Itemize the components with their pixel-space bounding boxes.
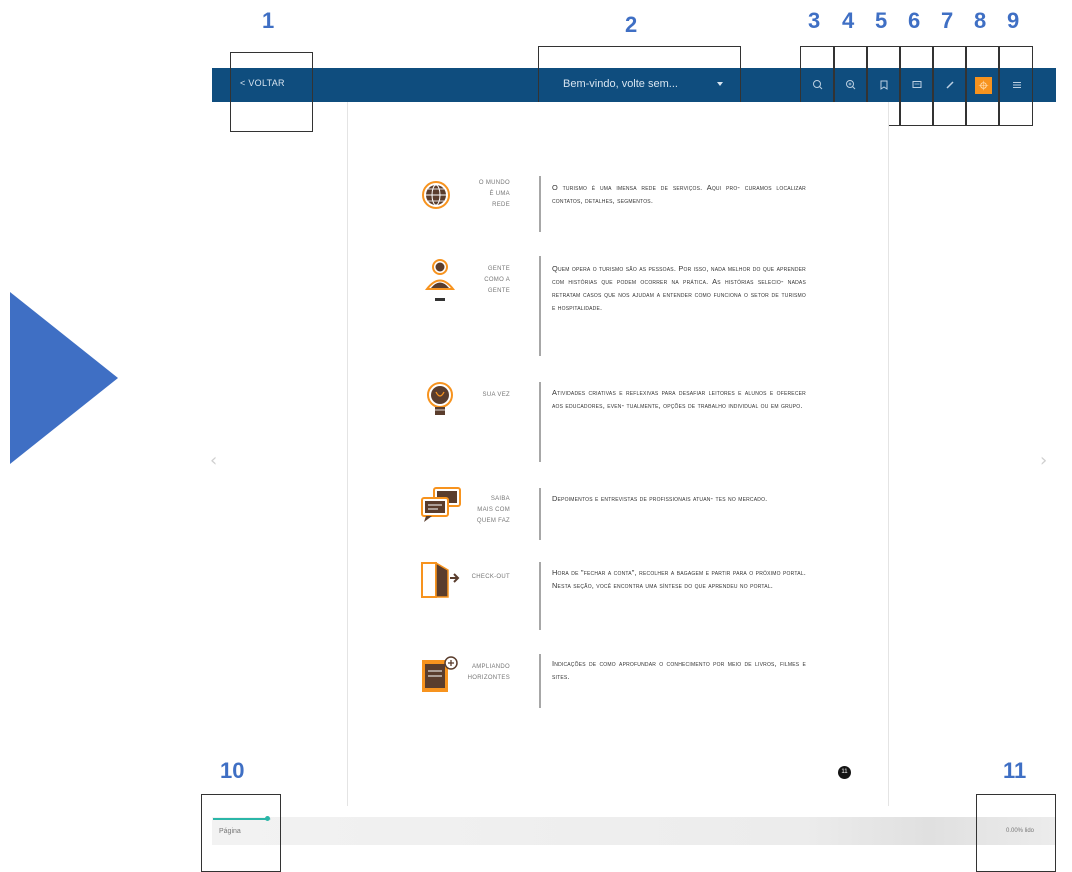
callout-number-5: 5 <box>875 8 888 33</box>
callout-number-6: 6 <box>908 8 921 33</box>
row-text: Atividades criativas e reflexivas para d… <box>552 388 806 410</box>
callout-box-10 <box>201 794 281 872</box>
callout-box-6 <box>899 46 934 126</box>
prev-page-icon[interactable]: ‹ <box>210 450 217 471</box>
row-divider <box>539 562 541 630</box>
callout-number-3: 3 <box>808 8 821 33</box>
person-icon <box>424 259 456 301</box>
row-label: O MUNDO É UMA REDE <box>478 180 510 208</box>
callout-number-1: 1 <box>262 8 275 33</box>
callout-box-9 <box>998 46 1033 126</box>
speech-bubbles-icon <box>421 487 461 522</box>
row-label: AMPLIANDO HORIZONTES <box>467 664 510 681</box>
callout-box-11 <box>976 794 1056 872</box>
row-divider <box>539 382 541 462</box>
row-label: SAIBA MAIS COM QUEM FAZ <box>476 496 510 524</box>
callout-box-1 <box>230 52 313 132</box>
callout-box-7 <box>932 46 967 126</box>
row-divider <box>539 176 541 232</box>
book-add-icon <box>422 656 458 692</box>
row-text: Quem opera o turismo são as pessoas. Por… <box>552 264 806 312</box>
next-page-icon[interactable]: › <box>1040 450 1047 471</box>
row-text: Indicações de como aprofundar o conhecim… <box>552 659 806 681</box>
callout-box-8 <box>965 46 1000 126</box>
callout-number-2: 2 <box>625 12 638 37</box>
lightbulb-icon <box>427 382 453 415</box>
door-exit-icon <box>421 561 460 598</box>
callout-number-10: 10 <box>220 758 245 783</box>
row-label: GENTE COMO A GENTE <box>484 266 510 294</box>
row-divider <box>539 256 541 356</box>
callout-number-9: 9 <box>1007 8 1020 33</box>
callout-number-4: 4 <box>842 8 855 33</box>
row-label: CHECK-OUT <box>471 574 510 580</box>
callout-number-11: 11 <box>1003 758 1027 783</box>
row-divider <box>539 488 541 540</box>
callout-number-8: 8 <box>974 8 987 33</box>
bottom-status-bar <box>212 817 1056 845</box>
row-text: Hora de "fechar a conta", recolher a bag… <box>552 568 806 590</box>
row-text: O turismo é uma imensa rede de serviços.… <box>552 183 806 205</box>
row-text: Depoimentos e entrevistas de profissiona… <box>552 494 768 503</box>
row-label: SUA VEZ <box>482 392 510 398</box>
globe-icon <box>422 181 450 209</box>
play-arrow-icon <box>10 292 118 464</box>
row-divider <box>539 654 541 708</box>
callout-number-7: 7 <box>941 8 954 33</box>
page-number-badge: 11 <box>838 766 851 779</box>
